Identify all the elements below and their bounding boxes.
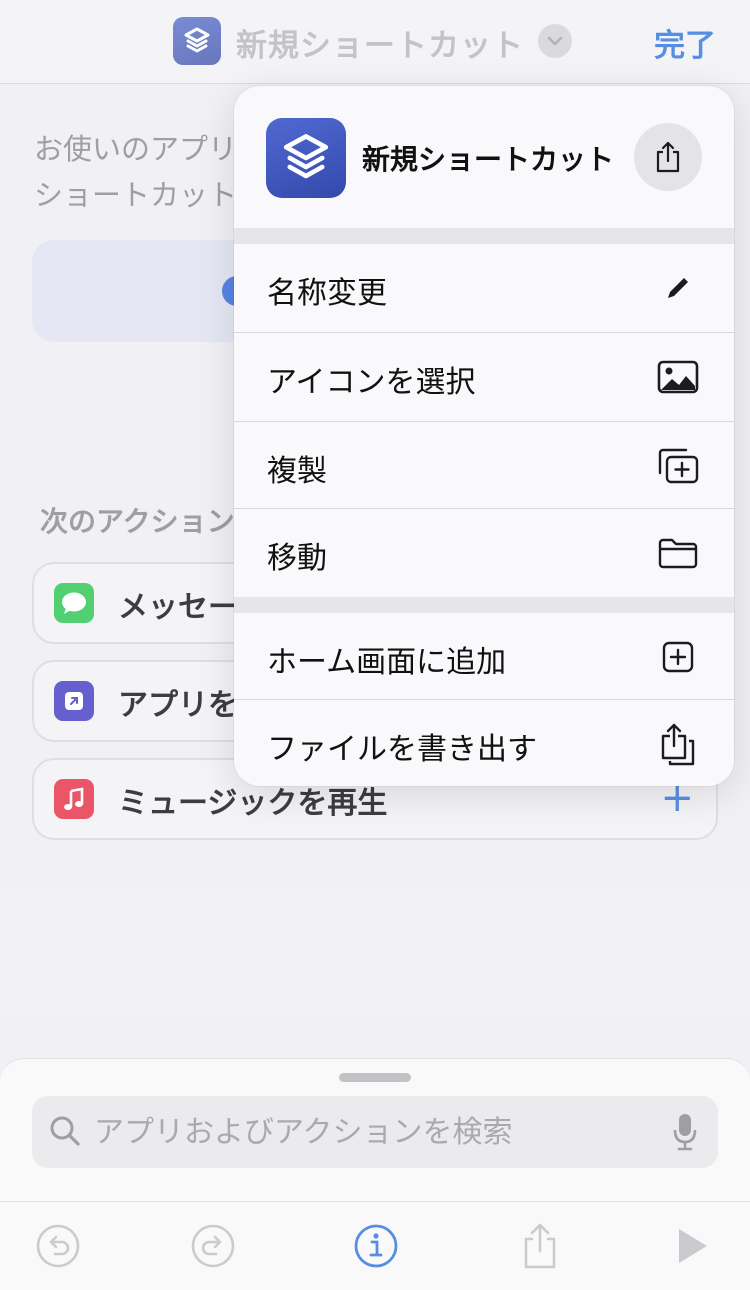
photo-icon — [654, 357, 702, 397]
share-button[interactable] — [634, 123, 702, 191]
menu-item-label: アイコンを選択 — [267, 365, 476, 400]
menu-item-label: 名称変更 — [267, 276, 387, 311]
menu-item-label: ホーム画面に追加 — [267, 645, 507, 680]
folder-icon — [654, 533, 702, 573]
menu-item-label: 複製 — [267, 454, 327, 489]
pencil-icon — [654, 268, 702, 308]
menu-item-export-file[interactable]: ファイルを書き出す — [234, 700, 734, 786]
add-square-icon — [654, 637, 702, 677]
menu-item-duplicate[interactable]: 複製 — [234, 422, 734, 510]
menu-header: 新規ショートカット — [234, 86, 734, 228]
menu-item-label: 移動 — [267, 541, 327, 576]
menu-item-choose-icon[interactable]: アイコンを選択 — [234, 333, 734, 421]
shortcut-options-menu: 新規ショートカット 名称変更 アイコンを選択 複製 移動 ホーム画面に追加 ファ… — [234, 86, 734, 786]
menu-group-gap — [234, 228, 734, 244]
menu-item-add-to-home[interactable]: ホーム画面に追加 — [234, 613, 734, 701]
share-icon — [656, 141, 680, 173]
menu-item-rename[interactable]: 名称変更 — [234, 244, 734, 332]
menu-group-gap — [234, 597, 734, 613]
menu-item-move[interactable]: 移動 — [234, 509, 734, 597]
duplicate-icon — [654, 446, 702, 486]
menu-item-label: ファイルを書き出す — [267, 732, 537, 767]
export-icon — [654, 723, 702, 766]
menu-title: 新規ショートカット — [362, 143, 615, 176]
shortcuts-icon — [266, 118, 346, 198]
